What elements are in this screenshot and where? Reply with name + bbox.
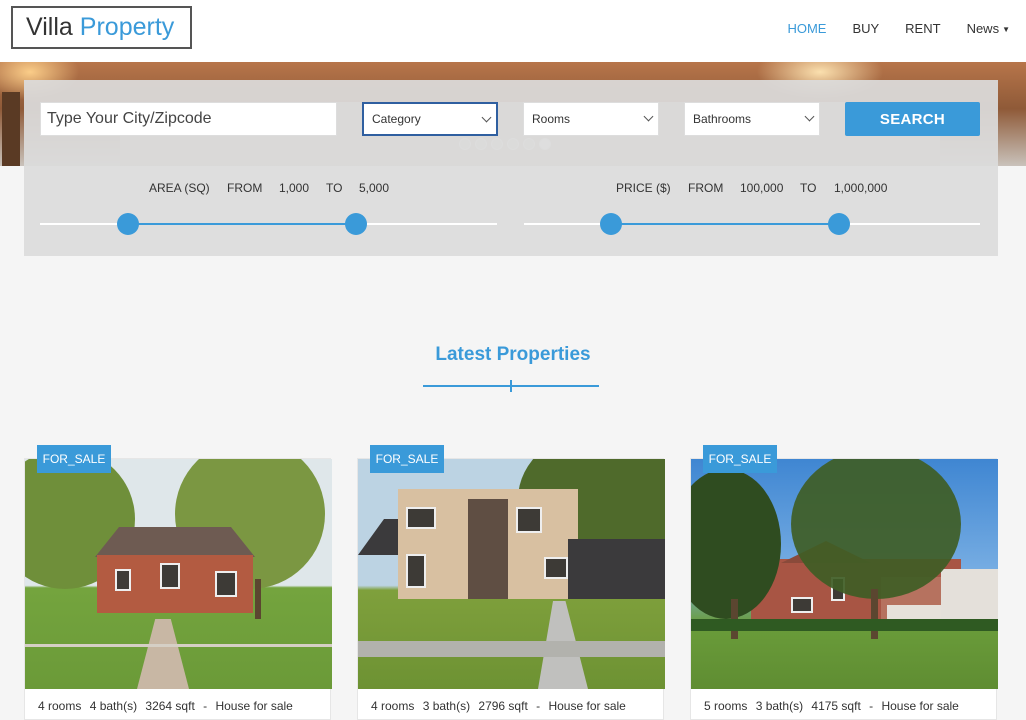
property-rooms: 4 rooms (371, 699, 415, 713)
chevron-down-icon (481, 112, 492, 123)
section-divider-tick (510, 380, 512, 392)
chevron-down-icon (643, 111, 654, 122)
price-to-label: TO (800, 181, 817, 195)
logo-text-villa: Villa (26, 13, 73, 41)
property-separator: - (536, 699, 541, 713)
nav-news-label: News (966, 20, 1000, 36)
property-rooms: 4 rooms (38, 699, 82, 713)
area-slider-max-handle[interactable] (345, 213, 367, 235)
area-from-label: FROM (227, 181, 263, 195)
property-baths: 3 bath(s) (755, 699, 804, 713)
hero-lamp-decoration (2, 92, 20, 166)
logo-text-property: Property (79, 13, 175, 41)
property-info: 4 rooms 4 bath(s) 3264 sqft - House for … (38, 699, 298, 713)
property-info: 4 rooms 3 bath(s) 2796 sqft - House for … (371, 699, 631, 713)
price-from-label: FROM (688, 181, 724, 195)
property-baths: 3 bath(s) (422, 699, 471, 713)
section-title: Latest Properties (435, 344, 591, 365)
for-sale-badge: FOR_SALE (37, 445, 111, 473)
price-from-value: 100,000 (740, 181, 784, 195)
site-logo[interactable]: Villa Property (11, 6, 192, 49)
property-card[interactable]: FOR_SALE 4 rooms 3 bath(s) 2796 sqft - H… (357, 445, 665, 720)
property-photo[interactable] (358, 459, 665, 689)
category-select[interactable]: Category (362, 102, 498, 136)
price-slider-fill (611, 223, 839, 225)
price-to-value: 1,000,000 (834, 181, 888, 195)
chevron-down-icon (804, 111, 815, 122)
price-slider-min-handle[interactable] (600, 213, 622, 235)
property-separator: - (869, 699, 874, 713)
area-range-label: AREA (SQ) (149, 181, 210, 195)
nav-rent-link[interactable]: RENT (905, 21, 940, 36)
area-to-value: 5,000 (359, 181, 390, 195)
bathrooms-select-value: Bathrooms (693, 112, 752, 126)
area-slider-min-handle[interactable] (117, 213, 139, 235)
area-to-label: TO (326, 181, 343, 195)
rooms-select-value: Rooms (532, 112, 571, 126)
property-info: 5 rooms 3 bath(s) 4175 sqft - House for … (704, 699, 964, 713)
caret-down-icon: ▼ (1002, 24, 1010, 34)
property-separator: - (203, 699, 208, 713)
nav-news-dropdown[interactable]: News ▼ (967, 21, 1010, 36)
price-range-label: PRICE ($) (616, 181, 671, 195)
property-photo[interactable] (25, 459, 332, 689)
property-baths: 4 bath(s) (89, 699, 138, 713)
for-sale-badge: FOR_SALE (703, 445, 777, 473)
property-sqft: 3264 sqft (145, 699, 195, 713)
property-sqft: 2796 sqft (478, 699, 528, 713)
bathrooms-select[interactable]: Bathrooms (684, 102, 820, 136)
rooms-select[interactable]: Rooms (523, 102, 659, 136)
property-rooms: 5 rooms (704, 699, 748, 713)
price-slider-max-handle[interactable] (828, 213, 850, 235)
category-select-value: Category (372, 112, 421, 126)
property-card[interactable]: FOR_SALE 4 rooms 4 bath(s) 3264 sqft - H… (24, 445, 332, 720)
search-panel: Category Rooms Bathrooms SEARCH AREA (SQ… (24, 80, 998, 256)
nav-home-link[interactable]: HOME (787, 21, 826, 36)
area-slider-fill (128, 223, 356, 225)
property-type: House for sale (548, 699, 626, 713)
main-nav: HOME BUY RENT News ▼ (761, 0, 1010, 56)
property-card[interactable]: FOR_SALE 5 rooms 3 bath(s) 4175 sqft - H… (690, 445, 998, 720)
city-zipcode-input[interactable] (40, 102, 337, 136)
property-type: House for sale (215, 699, 293, 713)
site-header: Villa Property HOME BUY RENT News ▼ (0, 0, 1026, 62)
area-from-value: 1,000 (279, 181, 310, 195)
for-sale-badge: FOR_SALE (370, 445, 444, 473)
search-button[interactable]: SEARCH (845, 102, 980, 136)
property-photo[interactable] (691, 459, 998, 689)
property-type: House for sale (881, 699, 959, 713)
nav-buy-link[interactable]: BUY (852, 21, 879, 36)
property-sqft: 4175 sqft (811, 699, 861, 713)
